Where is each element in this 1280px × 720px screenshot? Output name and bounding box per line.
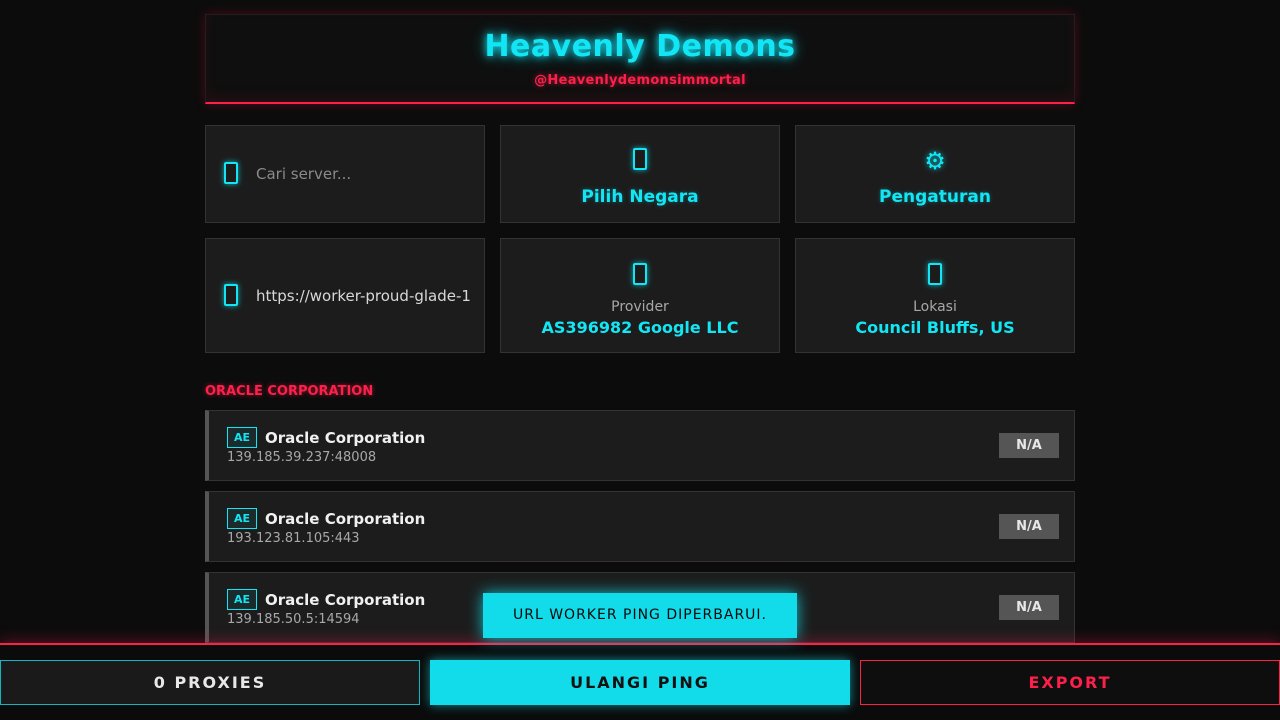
country-select-button[interactable]: Pilih Negara [500,125,780,223]
settings-button[interactable]: ⚙ Pengaturan [795,125,1075,223]
app-subtitle: @Heavenlydemonsimmortal [534,73,746,88]
ping-status-badge: N/A [999,433,1059,458]
worker-url-card [205,238,485,353]
country-code-badge: AE [227,508,257,529]
provider-icon-slot [501,263,779,289]
location-card: Lokasi Council Bluffs, US [795,238,1075,353]
settings-label: Pengaturan [879,187,991,207]
search-input[interactable] [256,162,471,186]
location-pin-icon [928,263,942,285]
provider-card: Provider AS396982 Google LLC [500,238,780,353]
country-code-badge: AE [227,427,257,448]
ping-status-badge: N/A [999,514,1059,539]
server-name: Oracle Corporation [265,510,426,528]
country-icon-slot [501,148,779,174]
link-icon [224,283,238,306]
retry-ping-button[interactable]: ULANGI PING [430,660,850,705]
location-value: Council Bluffs, US [855,318,1015,337]
app-header: Heavenly Demons @Heavenlydemonsimmortal [205,14,1075,104]
server-address: 139.185.39.237:48008 [227,450,377,465]
provider-value: AS396982 Google LLC [541,318,739,337]
app-title: Heavenly Demons [484,29,796,64]
provider-caption: Provider [611,299,669,315]
server-name: Oracle Corporation [265,429,426,447]
search-card [205,125,485,223]
country-select-label: Pilih Negara [581,187,699,207]
globe-icon [633,148,647,170]
section-title: ORACLE CORPORATION [205,384,374,399]
settings-icon-slot: ⚙ [796,148,1074,174]
server-row[interactable]: AE Oracle Corporation 193.123.81.105:443… [205,491,1075,562]
gear-icon: ⚙ [924,147,946,175]
server-row[interactable]: AE Oracle Corporation 139.185.39.237:480… [205,410,1075,481]
server-address: 193.123.81.105:443 [227,531,360,546]
search-icon [224,162,238,184]
location-caption: Lokasi [913,299,957,315]
toast-notification: URL WORKER PING DIPERBARUI. [483,593,797,638]
bottom-action-bar: 0 PROXIES ULANGI PING EXPORT [0,643,1280,720]
server-name: Oracle Corporation [265,591,426,609]
ping-status-badge: N/A [999,595,1059,620]
country-code-badge: AE [227,589,257,610]
worker-url-input[interactable] [256,283,471,308]
proxies-count-button[interactable]: 0 PROXIES [0,660,420,705]
server-icon [633,263,647,285]
export-button[interactable]: EXPORT [860,660,1280,705]
location-icon-slot [796,263,1074,289]
server-address: 139.185.50.5:14594 [227,612,360,627]
